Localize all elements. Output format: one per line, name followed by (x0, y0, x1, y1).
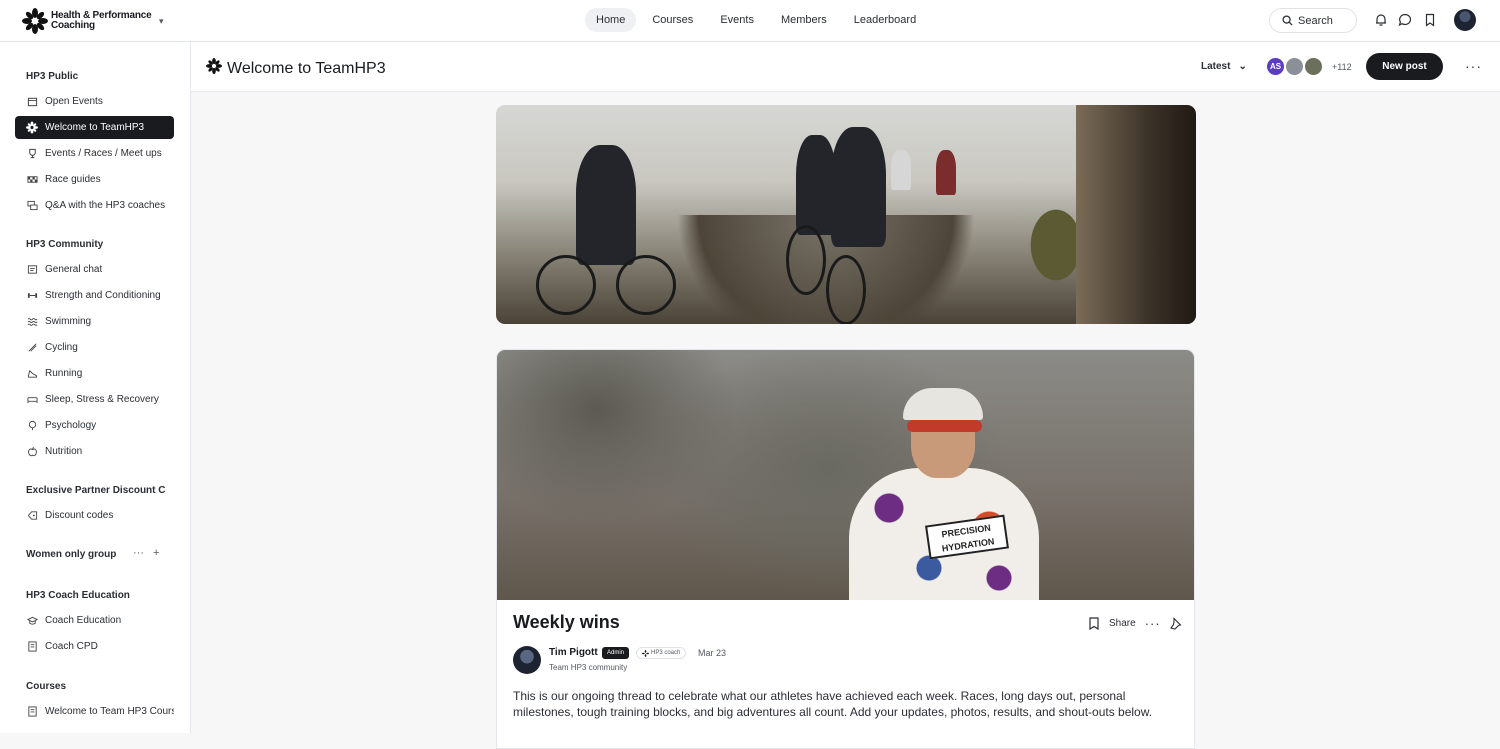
nav-members[interactable]: Members (770, 8, 838, 32)
sidebar-group-title[interactable]: HP3 Public (26, 71, 78, 82)
pin-icon[interactable] (1169, 617, 1182, 630)
post-card[interactable]: PRECISION HYDRATION Weekly wins Share ··… (496, 349, 1195, 749)
sidebar-item-discount-codes[interactable]: Discount codes (15, 504, 174, 527)
sidebar-item-sleep[interactable]: Sleep, Stress & Recovery (15, 388, 174, 411)
brand-logo[interactable]: Health & Performance Coaching ▾ (22, 8, 164, 34)
waves-icon (26, 316, 38, 328)
avatar: AS (1265, 56, 1286, 77)
space-header: Welcome to TeamHP3 Latest ⌄ AS +112 New … (191, 42, 1500, 92)
message-square-icon (26, 264, 38, 276)
search-label: Search (1298, 14, 1333, 27)
group-actions: ··· + (133, 547, 159, 559)
post-date[interactable]: Mar 23 (698, 648, 726, 658)
chevron-down-icon: ⌄ (1238, 61, 1247, 72)
more-options-icon[interactable]: ··· (1465, 58, 1482, 74)
bed-icon (26, 394, 38, 406)
sidebar-group-title[interactable]: HP3 Coach Education (26, 590, 130, 601)
sidebar-item-general-chat[interactable]: General chat (15, 258, 174, 281)
sort-dropdown[interactable]: Latest ⌄ (1201, 61, 1247, 72)
sidebar-item-nutrition[interactable]: Nutrition (15, 440, 174, 463)
document-icon (26, 706, 38, 718)
user-avatar[interactable] (1454, 9, 1476, 31)
new-post-button[interactable]: New post (1366, 53, 1443, 80)
add-icon[interactable]: + (153, 547, 159, 559)
hp3-logo-icon (206, 58, 222, 79)
sidebar: HP3 Public Open Events Welcome to TeamHP… (0, 42, 191, 733)
member-avatars[interactable]: AS (1265, 56, 1324, 77)
nav-home[interactable]: Home (585, 8, 637, 32)
page-title: Welcome to TeamHP3 (206, 58, 386, 79)
share-button[interactable]: Share (1109, 618, 1136, 629)
avatar (1303, 56, 1324, 77)
more-options-icon[interactable]: ··· (1145, 616, 1161, 631)
sidebar-item-running[interactable]: Running (15, 362, 174, 385)
avatar (1284, 56, 1305, 77)
chevron-down-icon[interactable]: ▾ (159, 16, 164, 27)
hp3-logo-icon (22, 8, 48, 34)
trophy-icon (26, 148, 38, 160)
bell-icon[interactable] (1374, 13, 1388, 27)
sort-label: Latest (1201, 61, 1231, 72)
post-body: This is our ongoing thread to celebrate … (513, 689, 1153, 719)
chat-bubbles-icon (26, 200, 38, 212)
author-community: Team HP3 community (549, 663, 628, 672)
sidebar-item-welcome[interactable]: Welcome to TeamHP3 (15, 116, 174, 139)
sidebar-item-coach-cpd[interactable]: Coach CPD (15, 635, 174, 658)
chat-icon[interactable] (1398, 13, 1412, 27)
hp3-logo-icon (26, 121, 38, 134)
sidebar-group-title[interactable]: HP3 Community (26, 239, 103, 250)
page-title-text: Welcome to TeamHP3 (227, 59, 386, 77)
post-title[interactable]: Weekly wins (513, 612, 620, 633)
more-icon[interactable]: ··· (133, 547, 144, 559)
sidebar-item-strength[interactable]: Strength and Conditioning (15, 284, 174, 307)
brand-name: Health & Performance Coaching (51, 10, 152, 31)
author-avatar[interactable] (513, 646, 541, 674)
graduation-icon (26, 615, 38, 627)
sidebar-item-race-guides[interactable]: Race guides (15, 168, 174, 191)
main-nav: Home Courses Events Members Leaderboard (585, 8, 932, 32)
search-icon (1282, 15, 1293, 26)
member-count[interactable]: +112 (1332, 62, 1352, 72)
search-button[interactable]: Search (1269, 8, 1357, 33)
dumbbell-icon (26, 290, 38, 302)
bookmark-icon[interactable] (1423, 13, 1437, 27)
sidebar-item-psychology[interactable]: Psychology (15, 414, 174, 437)
calendar-icon (26, 96, 38, 108)
sidebar-item-swimming[interactable]: Swimming (15, 310, 174, 333)
post-actions: Share ··· (1088, 616, 1182, 631)
bike-icon (26, 342, 38, 354)
sidebar-group-title[interactable]: Women only group (26, 549, 116, 560)
document-icon (26, 641, 38, 653)
sidebar-group-title[interactable]: Courses (26, 681, 66, 692)
bookmark-icon[interactable] (1088, 617, 1100, 630)
post-image[interactable]: PRECISION HYDRATION (497, 350, 1194, 600)
top-navigation-bar: Health & Performance Coaching ▾ Home Cou… (0, 0, 1500, 42)
coach-badge: HP3 coach (636, 647, 687, 659)
sidebar-item-open-events[interactable]: Open Events (15, 90, 174, 113)
brain-icon (26, 420, 38, 432)
author-name[interactable]: Tim Pigott (549, 647, 598, 658)
nav-leaderboard[interactable]: Leaderboard (843, 8, 927, 32)
nav-courses[interactable]: Courses (641, 8, 704, 32)
admin-badge: Admin (602, 647, 630, 659)
sidebar-item-coach-education[interactable]: Coach Education (15, 609, 174, 632)
sidebar-item-qa[interactable]: Q&A with the HP3 coaches (15, 194, 174, 217)
sidebar-group-title[interactable]: Exclusive Partner Discount Codes (26, 485, 166, 496)
space-cover-image (496, 105, 1196, 324)
sidebar-item-events-races[interactable]: Events / Races / Meet ups (15, 142, 174, 165)
sidebar-item-cycling[interactable]: Cycling (15, 336, 174, 359)
shoe-icon (26, 368, 38, 380)
flag-icon (26, 174, 38, 186)
apple-icon (26, 446, 38, 458)
nav-events[interactable]: Events (709, 8, 765, 32)
sidebar-item-course-welcome[interactable]: Welcome to Team HP3 Course (15, 700, 174, 723)
tag-icon (26, 510, 38, 522)
hp3-logo-icon (642, 649, 649, 657)
